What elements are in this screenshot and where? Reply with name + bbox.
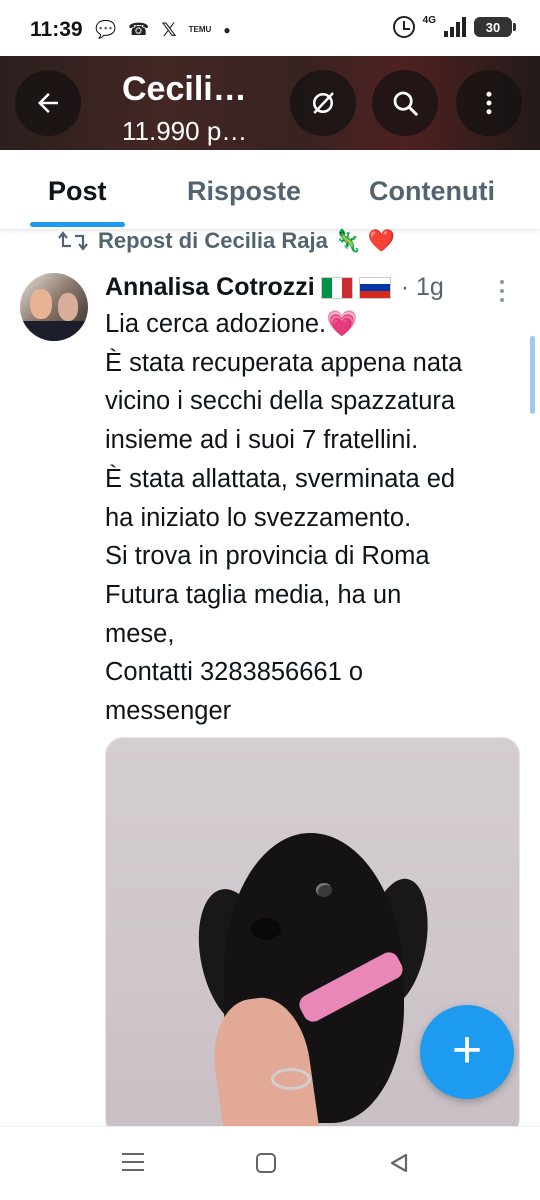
tab-risposte[interactable]: Risposte bbox=[187, 176, 301, 207]
tweet-line: messenger bbox=[105, 697, 232, 726]
unfollow-icon bbox=[313, 92, 334, 114]
scrollbar-thumb[interactable] bbox=[530, 336, 535, 414]
status-time: 11:39 bbox=[30, 18, 83, 41]
avatar-figure-right bbox=[58, 293, 78, 321]
tweet-line: insieme ad i suoi 7 fratellini. bbox=[105, 426, 419, 455]
tab-post[interactable]: Post bbox=[48, 176, 107, 207]
tweet-time[interactable]: · 1g bbox=[401, 273, 444, 302]
avatar-suits bbox=[20, 321, 88, 341]
battery-icon: 30 bbox=[474, 17, 516, 37]
avatar-figure-left bbox=[30, 289, 52, 319]
network-type: 4G bbox=[422, 15, 436, 26]
repost-icon bbox=[58, 231, 88, 251]
puppy-eye bbox=[316, 883, 332, 897]
battery-level: 30 bbox=[485, 19, 501, 35]
italy-flag-icon bbox=[320, 276, 353, 299]
status-bar: 11:39 💬 ☎ 𝕏 TEMU ● 4G 30 bbox=[0, 0, 540, 60]
home-icon[interactable] bbox=[256, 1153, 276, 1173]
tweet-line: È stata recuperata appena nata bbox=[105, 348, 463, 377]
tweet-line: ha iniziato lo svezzamento. bbox=[105, 503, 412, 532]
system-navigation-bar bbox=[0, 1126, 540, 1200]
missed-call-icon: ☎ bbox=[128, 20, 150, 39]
repost-context[interactable]: Repost di Cecilia Raja 🦎 ❤️ bbox=[58, 226, 395, 256]
tab-contenuti[interactable]: Contenuti bbox=[369, 176, 495, 207]
signal-icon bbox=[444, 17, 466, 37]
search-button[interactable] bbox=[372, 70, 438, 136]
compose-fab-button[interactable]: + bbox=[420, 1005, 514, 1099]
unfollow-button[interactable] bbox=[290, 70, 356, 136]
dot-icon: ● bbox=[223, 23, 231, 37]
author-name[interactable]: Annalisa Cotrozzi bbox=[105, 273, 315, 302]
profile-tabs: Post Risposte Contenuti bbox=[0, 150, 540, 230]
russia-flag-icon bbox=[358, 276, 391, 299]
back-triangle-icon[interactable] bbox=[388, 1152, 410, 1174]
tweet-line: Futura taglia media, ha un bbox=[105, 580, 402, 609]
author-avatar[interactable] bbox=[20, 273, 88, 341]
plus-icon: + bbox=[451, 1021, 483, 1079]
tweet-author-line: Annalisa Cotrozzi · 1g bbox=[105, 273, 444, 302]
recents-icon[interactable] bbox=[122, 1153, 144, 1171]
tweet-line: mese, bbox=[105, 619, 175, 648]
search-icon bbox=[393, 91, 418, 116]
puppy-nose bbox=[251, 918, 281, 940]
chat-icon: 💬 bbox=[95, 20, 117, 39]
alarm-icon bbox=[392, 16, 415, 38]
tweet-line: vicino i secchi della spazzatura bbox=[105, 387, 456, 416]
repost-label: Repost di Cecilia Raja 🦎 ❤️ bbox=[98, 228, 395, 253]
back-arrow-icon bbox=[38, 93, 58, 113]
temu-icon: TEMU bbox=[188, 25, 212, 34]
tweet-line: Si trova in provincia di Roma bbox=[105, 542, 430, 571]
profile-name: Cecili… bbox=[122, 70, 247, 108]
more-icon bbox=[486, 91, 492, 115]
x-logo-icon: 𝕏 bbox=[161, 19, 177, 41]
status-right: 4G 30 bbox=[392, 15, 516, 38]
tweet-more-icon[interactable] bbox=[500, 280, 504, 302]
tweet-line: Lia cerca adozione.💗 bbox=[105, 310, 358, 338]
tweet-line: Contatti 3283856661 o bbox=[105, 658, 364, 687]
notification-icons: 💬 ☎ 𝕏 TEMU ● bbox=[95, 18, 231, 42]
profile-header: Cecili… 11.990 p… bbox=[0, 56, 540, 150]
more-button[interactable] bbox=[456, 70, 522, 136]
tweet-body: Lia cerca adozione.💗 È stata recuperata … bbox=[105, 305, 525, 731]
back-button[interactable] bbox=[15, 70, 81, 136]
ring bbox=[271, 1068, 311, 1090]
tweet-line: È stata allattata, sverminata ed bbox=[105, 464, 456, 493]
post-count: 11.990 p… bbox=[122, 116, 248, 146]
